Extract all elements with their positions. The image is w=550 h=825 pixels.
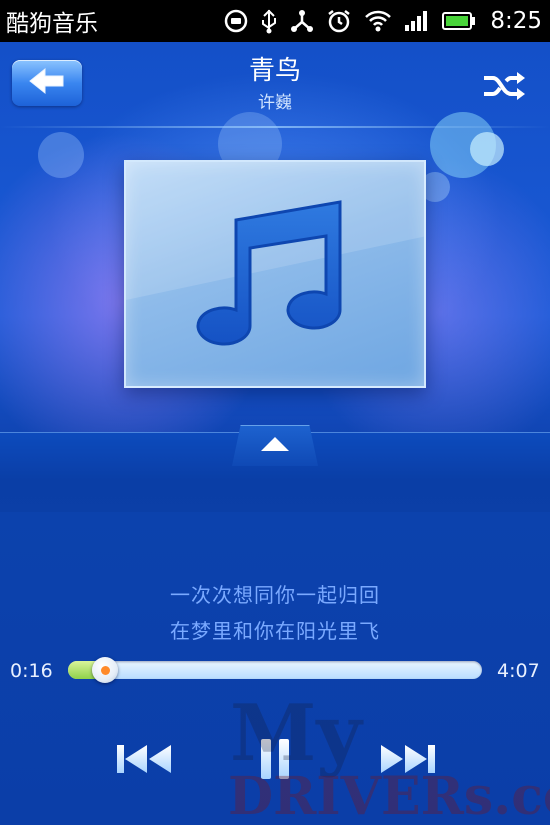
wifi-icon — [364, 9, 392, 33]
previous-button[interactable] — [114, 738, 176, 784]
album-art[interactable] — [124, 160, 426, 388]
total-time: 4:07 — [497, 660, 540, 682]
thumb-dot — [100, 665, 110, 675]
lyric-line: 在梦里和你在阳光里飞 — [170, 619, 380, 643]
triangle-up-icon — [259, 435, 291, 457]
share-icon — [290, 9, 314, 33]
status-clock: 8:25 — [490, 8, 542, 34]
shuffle-button[interactable] — [482, 70, 528, 102]
lyric-line: 一次次想同你一起归回 — [170, 583, 380, 607]
current-time: 0:16 — [10, 660, 53, 682]
bokeh-light — [38, 132, 84, 178]
signal-icon — [404, 10, 430, 32]
header-divider — [0, 126, 550, 128]
next-track-icon — [377, 739, 437, 783]
expand-button[interactable] — [232, 425, 318, 466]
status-icons: 8:25 — [224, 8, 542, 34]
status-bar: 酷狗音乐 8:25 — [0, 0, 550, 42]
progress-bar[interactable] — [68, 657, 482, 683]
app-name: 酷狗音乐 — [6, 11, 98, 37]
pause-button[interactable] — [252, 738, 298, 784]
shuffle-icon — [482, 72, 528, 106]
previous-track-icon — [115, 739, 175, 783]
song-artist: 许巍 — [258, 93, 292, 113]
song-title: 青鸟 — [248, 56, 301, 86]
music-note-icon — [178, 198, 348, 352]
next-button[interactable] — [376, 738, 438, 784]
usb-icon — [260, 8, 278, 34]
battery-icon — [442, 11, 476, 31]
alarm-icon — [326, 8, 352, 34]
pause-icon — [255, 737, 295, 785]
expand-bar — [0, 425, 550, 513]
record-icon — [224, 9, 248, 33]
bokeh-light — [470, 132, 504, 166]
player-header: 青鸟 许巍 — [0, 42, 550, 117]
